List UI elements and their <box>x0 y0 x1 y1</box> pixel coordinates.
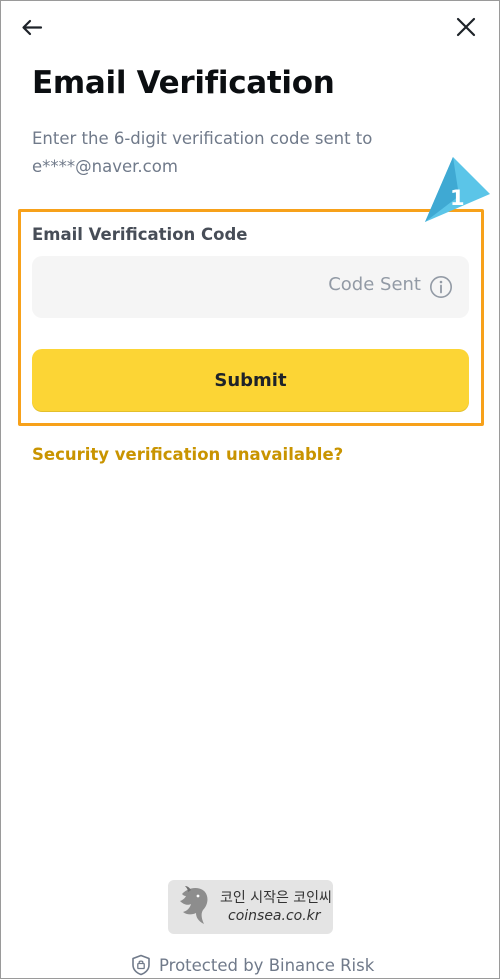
verification-code-label: Email Verification Code <box>32 225 248 244</box>
footer-protection-note: Protected by Binance Risk <box>131 953 374 977</box>
verification-code-field[interactable]: Code Sent <box>32 256 469 320</box>
shield-lock-icon <box>132 954 150 976</box>
back-button[interactable] <box>19 13 49 43</box>
close-icon <box>456 17 476 37</box>
step-number: 1 <box>450 186 465 210</box>
code-sent-status: Code Sent <box>328 274 421 295</box>
info-icon[interactable] <box>429 275 453 299</box>
submit-button[interactable]: Submit <box>32 349 469 411</box>
page-subtitle: Enter the 6-digit verification code sent… <box>32 125 432 181</box>
app-screen: Email Verification Enter the 6-digit ver… <box>0 0 500 979</box>
page-title: Email Verification <box>32 65 335 101</box>
watermark-slogan: 코인 시작은 코인씨 <box>220 890 332 906</box>
security-verification-unavailable-link[interactable]: Security verification unavailable? <box>32 445 343 464</box>
subtitle-instruction: Enter the 6-digit verification code sent… <box>32 129 373 148</box>
verification-code-input[interactable] <box>32 256 310 320</box>
step-callout-pointer: 1 <box>425 157 490 222</box>
watermark-site: coinsea.co.kr <box>228 908 321 924</box>
close-button[interactable] <box>452 13 480 41</box>
masked-email: e****@naver.com <box>32 157 178 176</box>
dolphin-logo-icon <box>180 886 208 924</box>
coinsea-watermark: 코인 시작은 코인씨 coinsea.co.kr <box>168 880 333 934</box>
arrow-left-icon <box>22 19 43 36</box>
footer-text: Protected by Binance Risk <box>159 955 375 975</box>
